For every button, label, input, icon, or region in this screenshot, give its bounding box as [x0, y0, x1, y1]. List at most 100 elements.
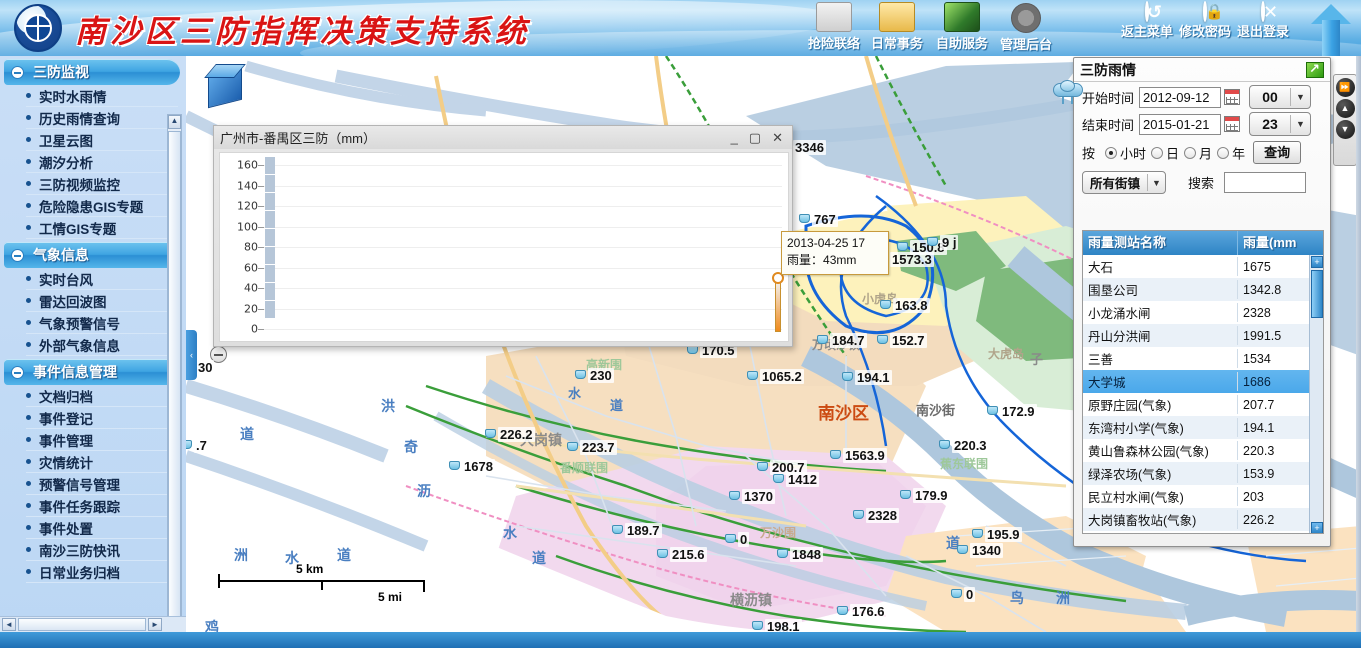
self-service-button[interactable]: 自助服务 [928, 2, 996, 52]
sidebar-group-0[interactable]: 三防监视 [4, 59, 180, 85]
rain-station-marker[interactable] [729, 491, 740, 500]
table-scroll-up[interactable]: + [1311, 256, 1323, 268]
start-hour-select[interactable]: 00 ▼ [1249, 85, 1312, 109]
rain-station-marker[interactable] [657, 549, 668, 558]
rescue-contact-button[interactable]: 抢险联络 [800, 2, 868, 52]
sidebar-item-1-1[interactable]: 雷达回波图 [26, 290, 178, 312]
fast-forward-icon[interactable]: ⏩ [1335, 78, 1355, 97]
search-input[interactable] [1224, 172, 1307, 193]
minimize-icon[interactable]: _ [731, 131, 738, 144]
rain-station-marker[interactable] [830, 450, 841, 459]
end-date-input[interactable]: 2015-01-21 [1139, 113, 1222, 135]
collapse-minus-icon[interactable] [11, 365, 24, 379]
logout-button[interactable]: ✕ 退出登录 [1226, 1, 1300, 40]
table-scroll-thumb[interactable] [1311, 270, 1323, 318]
calendar-icon[interactable] [1224, 89, 1241, 105]
chart-title-bar[interactable]: 广州市-番禺区三防（mm） _ ▢ ✕ [214, 126, 792, 149]
chart-window[interactable]: 广州市-番禺区三防（mm） _ ▢ ✕ 160 140 120 100 80 60 40 20… [213, 125, 793, 347]
sidebar-item-2-3[interactable]: 灾情统计 [26, 451, 178, 473]
sidebar-item-0-5[interactable]: 危险隐患GIS专题 [26, 195, 178, 217]
table-row[interactable]: 绿泽农场(气象) 153.9 [1083, 462, 1323, 485]
column-header-rainfall[interactable]: 雨量(mm [1238, 231, 1310, 255]
station-table[interactable]: 雨量测站名称 雨量(mm 大石 1675 围垦公司 1342.8 小龙涌水闸 2328 丹山… [1082, 230, 1324, 534]
sidebar-item-2-8[interactable]: 日常业务归档 [26, 561, 178, 583]
rain-station-marker[interactable] [725, 534, 736, 543]
sidebar-group-1[interactable]: 气象信息 [4, 242, 180, 268]
sidebar-item-1-0[interactable]: 实时台风 [26, 268, 178, 290]
rain-station-marker[interactable] [773, 474, 784, 483]
rain-station-marker[interactable] [900, 490, 911, 499]
rain-station-marker[interactable] [939, 440, 950, 449]
sidebar-vertical-scrollbar[interactable]: ▲ ▼ [167, 114, 182, 632]
sidebar-item-2-4[interactable]: 预警信号管理 [26, 473, 178, 495]
table-row[interactable]: 大石 1675 [1083, 255, 1323, 278]
daily-affairs-button[interactable]: 日常事务 [863, 2, 931, 52]
rain-station-marker[interactable] [877, 335, 888, 344]
rain-station-marker[interactable] [612, 525, 623, 534]
table-row[interactable]: 黄山鲁森林公园(气象) 220.3 [1083, 439, 1323, 462]
table-row[interactable]: 原野庄园(气象) 207.7 [1083, 393, 1323, 416]
sidebar-group-2[interactable]: 事件信息管理 [4, 359, 180, 385]
rain-station-marker[interactable] [799, 214, 810, 223]
radio-button[interactable] [1217, 146, 1230, 159]
interval-radio-0[interactable]: 小时 [1100, 144, 1146, 161]
table-row[interactable]: 东湾村小学(气象) 194.1 [1083, 416, 1323, 439]
interval-radio-3[interactable]: 年 [1212, 144, 1245, 161]
collapse-minus-icon[interactable] [11, 65, 24, 79]
scroll-up-icon[interactable]: ▲ [1335, 99, 1355, 118]
table-scroll-down[interactable]: + [1311, 522, 1323, 533]
scroll-left-arrow[interactable]: ◄ [2, 618, 16, 631]
rain-station-marker[interactable] [853, 510, 864, 519]
hscroll-thumb[interactable] [18, 618, 146, 631]
rain-station-marker[interactable] [449, 461, 460, 470]
query-button[interactable]: 查询 [1253, 141, 1302, 164]
rain-station-marker[interactable] [817, 335, 828, 344]
table-row[interactable]: 大岗镇畜牧站(气象) 226.2 [1083, 508, 1323, 531]
radio-button[interactable] [1184, 146, 1197, 159]
column-header-station[interactable]: 雨量测站名称 [1083, 231, 1238, 255]
table-row[interactable]: 大学城 1686 [1083, 370, 1323, 393]
table-row[interactable]: 围垦公司 1342.8 [1083, 278, 1323, 301]
rain-station-marker[interactable] [757, 462, 768, 471]
rain-station-marker[interactable] [752, 621, 763, 630]
rain-station-marker[interactable] [957, 545, 968, 554]
sidebar-item-0-6[interactable]: 工情GIS专题 [26, 217, 178, 239]
scroll-right-arrow[interactable]: ► [148, 618, 162, 631]
chart-plot-area[interactable]: 160 140 120 100 80 60 40 20 0 [219, 152, 789, 342]
close-icon[interactable]: ✕ [772, 131, 783, 144]
rain-station-marker[interactable] [777, 549, 788, 558]
table-scrollbar[interactable]: + + [1309, 255, 1323, 533]
rain-station-marker[interactable] [897, 242, 908, 251]
scroll-up-arrow[interactable]: ▲ [168, 115, 181, 129]
expand-arrow-icon[interactable] [1306, 61, 1324, 78]
radio-button[interactable] [1151, 146, 1164, 159]
table-row[interactable]: 丹山分洪闸 1991.5 [1083, 324, 1323, 347]
table-row[interactable]: 三善 1534 [1083, 347, 1323, 370]
sidebar-horizontal-scrollbar[interactable]: ◄ ► [0, 616, 186, 632]
rain-station-marker[interactable] [972, 529, 983, 538]
rain-station-marker[interactable] [837, 606, 848, 615]
rain-station-marker[interactable] [880, 300, 891, 309]
sidebar-item-0-4[interactable]: 三防视频监控 [26, 173, 178, 195]
rain-station-marker[interactable] [567, 442, 578, 451]
interval-radio-1[interactable]: 日 [1146, 144, 1179, 161]
sidebar-item-2-5[interactable]: 事件任务跟踪 [26, 495, 178, 517]
rain-station-marker[interactable] [747, 371, 758, 380]
street-town-select[interactable]: 所有街镇 ▼ [1082, 171, 1166, 194]
start-date-input[interactable]: 2012-09-12 [1139, 86, 1222, 108]
chart-value-slider[interactable] [772, 272, 784, 332]
sidebar-item-1-3[interactable]: 外部气象信息 [26, 334, 178, 356]
rain-station-marker[interactable] [927, 237, 938, 246]
sidebar-item-2-2[interactable]: 事件管理 [26, 429, 178, 451]
collapse-minus-icon[interactable] [11, 248, 24, 262]
right-edge-scroll[interactable] [1356, 56, 1361, 632]
end-hour-select[interactable]: 23 ▼ [1249, 112, 1312, 136]
rain-station-marker[interactable] [987, 406, 998, 415]
interval-radio-2[interactable]: 月 [1179, 144, 1212, 161]
sidebar-item-0-1[interactable]: 历史雨情查询 [26, 107, 178, 129]
scroll-down-icon[interactable]: ▼ [1335, 120, 1355, 139]
sidebar-item-2-7[interactable]: 南沙三防快讯 [26, 539, 178, 561]
table-row[interactable]: 民立村水闸(气象) 203 [1083, 485, 1323, 508]
calendar-icon[interactable] [1224, 116, 1241, 132]
scroll-thumb[interactable] [168, 131, 181, 632]
